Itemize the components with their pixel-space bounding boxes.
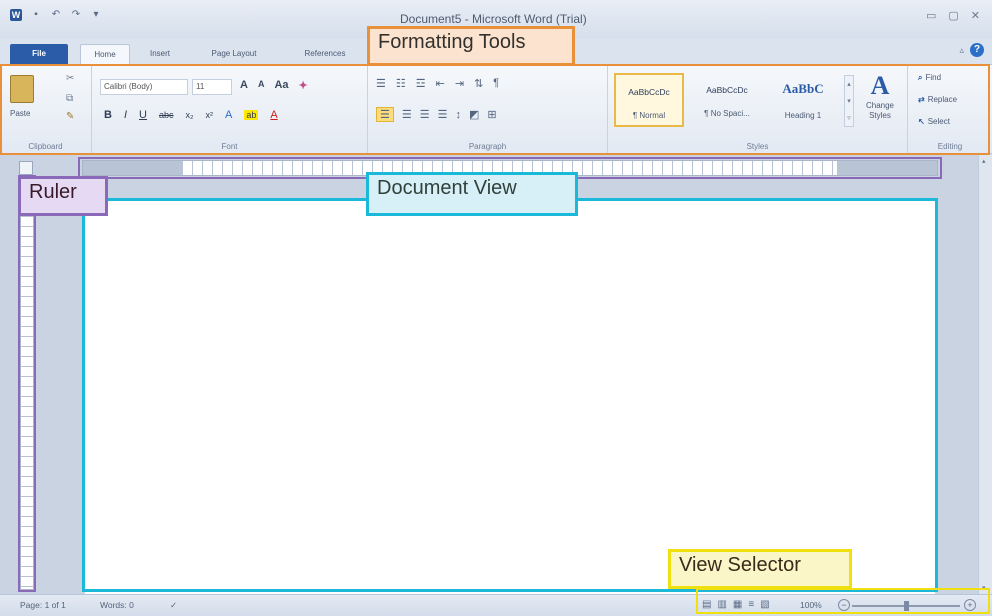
ribbon-minimize-icon[interactable]: ▵ bbox=[959, 45, 964, 56]
vertical-scrollbar[interactable]: ▴ ▾ bbox=[978, 155, 992, 594]
tab-page-layout[interactable]: Page Layout bbox=[198, 44, 270, 64]
word-logo-icon[interactable]: W bbox=[10, 9, 22, 21]
scroll-up-icon[interactable]: ▴ bbox=[982, 157, 986, 165]
help-area: ▵ ? bbox=[959, 43, 984, 57]
help-icon[interactable]: ? bbox=[970, 43, 984, 57]
ruler-tab-selector[interactable] bbox=[19, 161, 33, 175]
ruler-callout: Ruler bbox=[18, 176, 108, 216]
save-icon[interactable]: ▪ bbox=[30, 9, 42, 21]
view-selector-callout: View Selector bbox=[668, 549, 852, 589]
vertical-ruler-highlight bbox=[18, 175, 36, 592]
undo-icon[interactable]: ↶ bbox=[50, 9, 62, 21]
document-view-highlight bbox=[82, 198, 938, 592]
window-title: Document5 - Microsoft Word (Trial) bbox=[400, 12, 587, 26]
window-controls: ▭ ▢ ✕ bbox=[926, 9, 980, 22]
maximize-icon[interactable]: ▢ bbox=[948, 9, 958, 22]
word-count[interactable]: Words: 0 bbox=[100, 600, 134, 610]
proofing-icon[interactable]: ✓ bbox=[170, 600, 177, 611]
page-count[interactable]: Page: 1 of 1 bbox=[20, 600, 66, 610]
tab-insert[interactable]: Insert bbox=[140, 44, 180, 64]
customize-icon[interactable]: ▾ bbox=[90, 9, 102, 21]
tab-file[interactable]: File bbox=[10, 44, 68, 64]
document-view-callout: Document View bbox=[366, 172, 578, 216]
tab-home[interactable]: Home bbox=[80, 44, 130, 64]
formatting-tools-callout: Formatting Tools bbox=[367, 26, 575, 66]
view-selector-highlight bbox=[696, 588, 990, 614]
tab-references[interactable]: References bbox=[290, 44, 360, 64]
redo-icon[interactable]: ↷ bbox=[70, 9, 82, 21]
close-icon[interactable]: ✕ bbox=[971, 9, 980, 22]
quick-access-toolbar: W ▪ ↶ ↷ ▾ bbox=[10, 9, 102, 21]
formatting-tools-highlight bbox=[0, 64, 990, 155]
minimize-icon[interactable]: ▭ bbox=[926, 9, 936, 22]
